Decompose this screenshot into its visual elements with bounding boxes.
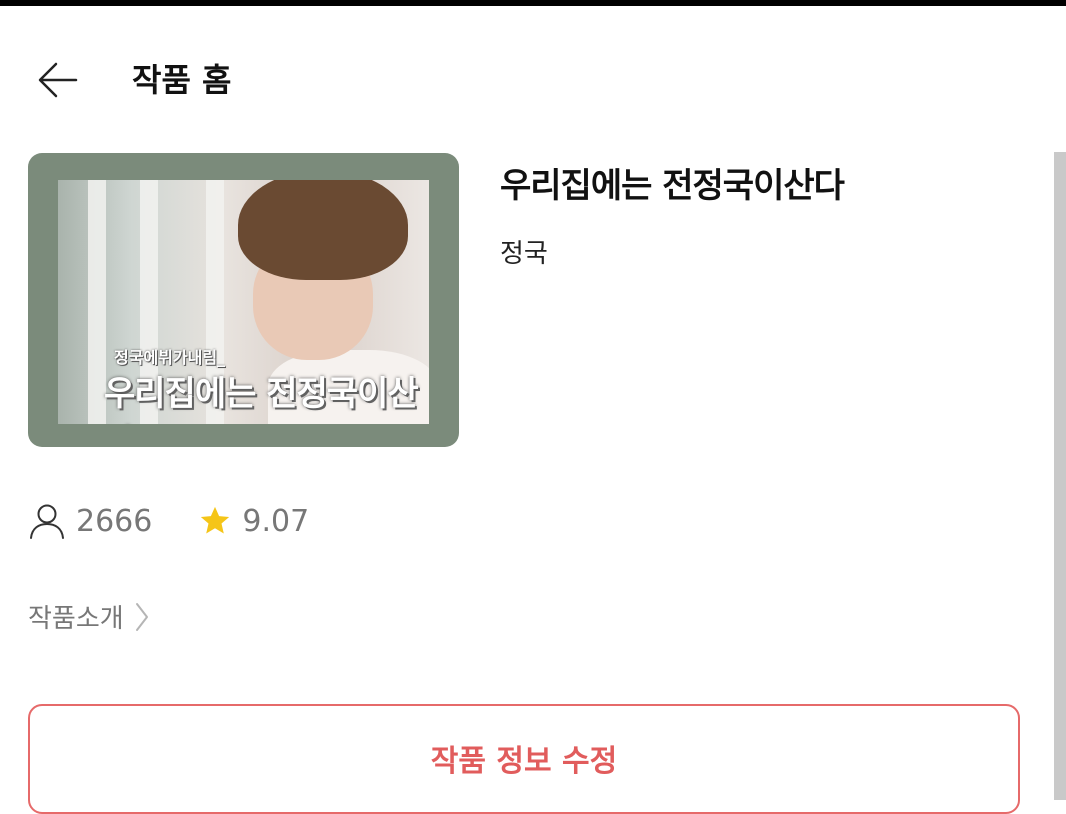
user-icon <box>30 504 64 539</box>
page-title: 작품 홈 <box>132 61 232 99</box>
edit-button-label: 작품 정보 수정 <box>430 744 618 779</box>
author-name[interactable]: 정국 <box>500 236 548 272</box>
scrollbar[interactable] <box>1054 152 1066 800</box>
star-icon <box>201 506 230 534</box>
cover-photo: 정국에뷔가내림_ 우리집에는 전정국이산다 <box>58 180 429 424</box>
intro-link[interactable]: 작품소개 <box>28 598 150 635</box>
cover-subtitle: 정국에뷔가내림_ <box>114 348 226 367</box>
views-stat: 2666 <box>28 502 152 540</box>
arrow-left-icon <box>38 62 78 98</box>
views-count: 2666 <box>76 503 153 539</box>
status-bar <box>0 0 1066 6</box>
person-hair <box>238 180 408 280</box>
cover-image: 정국에뷔가내림_ 우리집에는 전정국이산다 <box>28 153 459 447</box>
intro-label: 작품소개 <box>28 604 124 634</box>
back-button[interactable] <box>34 56 82 104</box>
work-title: 우리집에는 전정국이산다 <box>500 166 845 206</box>
rating-value: 9.07 <box>242 503 310 539</box>
cover-title: 우리집에는 전정국이산다 <box>104 374 419 424</box>
stats-row: 2666 9.07 <box>28 500 355 542</box>
rating-stat: 9.07 <box>198 504 309 539</box>
edit-work-info-button[interactable]: 작품 정보 수정 <box>28 704 1020 814</box>
header: 작품 홈 <box>0 40 1066 120</box>
chevron-right-icon <box>135 602 148 631</box>
